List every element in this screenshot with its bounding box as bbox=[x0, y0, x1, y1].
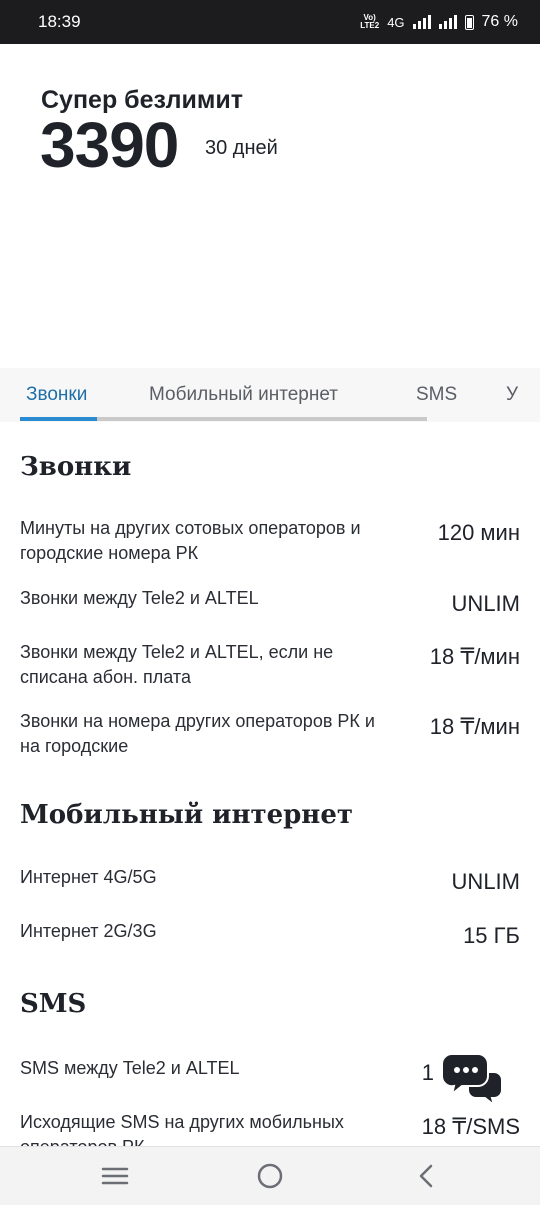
internet-row-label: Интернет 2G/3G bbox=[20, 921, 157, 941]
volte-icon: Vo) LTE2 bbox=[360, 13, 380, 30]
battery-icon bbox=[464, 14, 474, 30]
status-time: 18:39 bbox=[38, 12, 81, 31]
battery-percent: 76 % bbox=[481, 13, 518, 30]
calls-row-value: 120 мин bbox=[437, 520, 520, 545]
tariff-details: Звонки Минуты на других сотовых оператор… bbox=[0, 422, 540, 1146]
system-nav-bar bbox=[0, 1146, 540, 1205]
sms-row-value: 1 bbox=[421, 1060, 434, 1085]
tab-mobile-internet[interactable]: Мобильный интернет bbox=[149, 384, 338, 406]
active-tab-indicator bbox=[20, 417, 97, 421]
calls-row-label: Звонки между Tele2 и ALTEL, если не спис… bbox=[20, 642, 334, 687]
status-icons: Vo) LTE2 4G 76 % bbox=[360, 13, 518, 31]
calls-row-label: Звонки на номера других операторов РК и … bbox=[20, 711, 375, 756]
calls-row-value: 18 ₸/мин bbox=[429, 714, 520, 739]
plan-period: 30 дней bbox=[205, 137, 278, 159]
network-type-label: 4G bbox=[387, 14, 405, 30]
internet-row-value: 15 ГБ bbox=[463, 923, 520, 948]
back-chevron-icon[interactable] bbox=[412, 1161, 442, 1191]
calls-row-label: Звонки между Tele2 и ALTEL bbox=[20, 588, 259, 608]
plan-price: 3390 bbox=[40, 109, 179, 181]
sms-row-label: Исходящие SMS на других мобильных операт… bbox=[20, 1112, 344, 1146]
section-title-calls: Звонки bbox=[20, 452, 132, 482]
status-bar: 18:39 Vo) LTE2 4G 76 % bbox=[0, 0, 540, 44]
tab-calls[interactable]: Звонки bbox=[26, 384, 87, 406]
internet-row-value: UNLIM bbox=[451, 869, 520, 894]
category-tabs: Звонки Мобильный интернет SMS У bbox=[0, 368, 540, 422]
sms-row-label: SMS между Tele2 и ALTEL bbox=[20, 1058, 240, 1078]
internet-row-label: Интернет 4G/5G bbox=[20, 867, 157, 887]
home-circle-icon[interactable] bbox=[255, 1161, 285, 1191]
recent-apps-icon[interactable] bbox=[100, 1161, 130, 1191]
tab-more[interactable]: У bbox=[506, 384, 518, 406]
tab-sms[interactable]: SMS bbox=[416, 384, 457, 406]
signal-icon bbox=[412, 15, 431, 29]
section-title-sms: SMS bbox=[20, 989, 87, 1019]
signal-icon-2 bbox=[438, 15, 457, 29]
chat-bubbles-icon[interactable] bbox=[440, 1050, 504, 1108]
calls-row-value: UNLIM bbox=[451, 591, 520, 616]
calls-row-value: 18 ₸/мин bbox=[429, 644, 520, 669]
sms-row-value: 18 ₸/SMS bbox=[421, 1114, 520, 1139]
section-title-internet: Мобильный интернет bbox=[20, 800, 353, 830]
calls-row-label: Минуты на других сотовых операторов и го… bbox=[20, 518, 361, 563]
